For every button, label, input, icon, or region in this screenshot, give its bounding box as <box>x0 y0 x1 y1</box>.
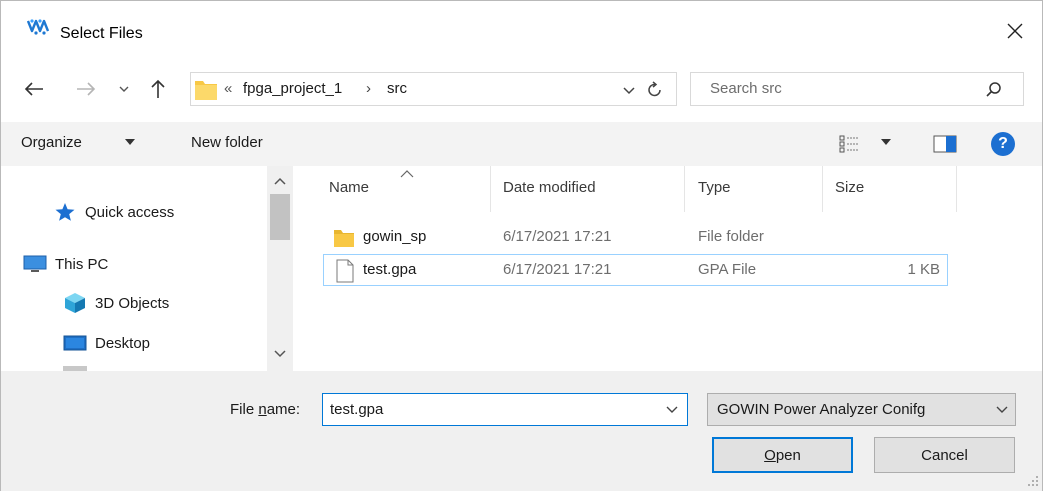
file-name-label-part: File <box>230 401 259 418</box>
file-date-modified: 6/17/2021 17:21 <box>503 261 612 278</box>
desktop-icon <box>63 333 87 353</box>
back-button[interactable] <box>21 75 47 103</box>
up-button[interactable] <box>145 75 171 103</box>
column-divider[interactable] <box>956 166 957 212</box>
nav-pane-scrollbar[interactable] <box>267 166 293 371</box>
star-icon <box>53 202 77 222</box>
file-type-filter-value: GOWIN Power Analyzer Conifg <box>717 401 926 418</box>
nav-item-label: Desktop <box>95 334 151 352</box>
address-bar[interactable]: « fpga_project_1 › src <box>190 72 677 106</box>
scrollbar-thumb[interactable] <box>270 194 290 240</box>
bottom-panel: File name: test.gpa GOWIN Power Analyzer… <box>1 371 1042 491</box>
column-header-date-modified[interactable]: Date modified <box>503 179 596 196</box>
cube-icon <box>63 293 87 313</box>
breadcrumb-overflow[interactable]: « <box>224 80 232 97</box>
nav-item-desktop[interactable]: Desktop <box>63 333 150 353</box>
resize-grip-icon[interactable] <box>1027 475 1039 487</box>
file-name-combobox[interactable]: test.gpa <box>322 393 688 426</box>
file-date-modified: 6/17/2021 17:21 <box>503 228 612 245</box>
dialog-title: Select Files <box>60 25 143 42</box>
file-list: Name Date modified Type Size gowin_sp 6/… <box>301 166 1042 371</box>
column-divider[interactable] <box>684 166 685 212</box>
breadcrumb-src[interactable]: src <box>387 80 407 97</box>
file-type: GPA File <box>698 261 757 278</box>
cancel-button[interactable]: Cancel <box>874 437 1015 473</box>
select-files-dialog: Select Files « fpga_project_1 › src Sear… <box>0 0 1043 491</box>
new-folder-button[interactable]: New folder <box>191 134 263 151</box>
column-header-type[interactable]: Type <box>698 179 731 196</box>
chevron-down-icon[interactable] <box>995 404 1009 414</box>
file-type: File folder <box>698 228 764 245</box>
nav-item-label: Quick access <box>85 203 175 221</box>
chevron-down-icon[interactable] <box>665 404 679 414</box>
help-button[interactable]: ? <box>991 132 1015 156</box>
column-header-size[interactable]: Size <box>835 179 864 196</box>
nav-item-label: This PC <box>55 255 109 273</box>
caret-down-icon[interactable] <box>125 139 135 145</box>
file-row-gowin-sp[interactable]: gowin_sp 6/17/2021 17:21 File folder <box>323 222 948 254</box>
folder-icon <box>334 230 354 247</box>
file-name: test.gpa <box>363 261 417 278</box>
breadcrumb-fpga-project[interactable]: fpga_project_1 <box>243 80 342 97</box>
column-divider[interactable] <box>490 166 491 212</box>
column-header-name-label[interactable]: Name <box>329 179 369 196</box>
file-name-label-part: ame: <box>266 401 301 418</box>
file-name-label: File name: <box>230 401 300 418</box>
chevron-down-icon <box>119 86 129 92</box>
organize-menu-button[interactable]: Organize <box>21 134 82 151</box>
refresh-icon <box>648 81 661 97</box>
navigation-pane: Quick access This PC 3D Objects Desktop <box>1 166 294 371</box>
forward-button[interactable] <box>73 75 99 103</box>
command-toolbar: Organize New folder ? <box>1 122 1042 166</box>
arrow-left-icon <box>24 82 43 96</box>
view-details-icon[interactable] <box>839 134 861 154</box>
open-button[interactable]: Open <box>712 437 853 473</box>
nav-item-this-pc[interactable]: This PC <box>23 254 108 274</box>
scroll-down-icon[interactable] <box>273 349 287 359</box>
folder-icon <box>195 81 217 100</box>
close-button[interactable] <box>991 11 1039 51</box>
nav-item-quick-access[interactable]: Quick access <box>53 202 174 222</box>
refresh-button[interactable] <box>644 80 666 100</box>
sort-ascending-icon <box>400 170 414 178</box>
file-type-filter-select[interactable]: GOWIN Power Analyzer Conifg <box>707 393 1016 426</box>
nav-item-label: 3D Objects <box>95 294 170 312</box>
breadcrumb-separator[interactable]: › <box>366 80 371 97</box>
arrow-right-icon <box>77 82 96 96</box>
file-size: 1 KB <box>907 261 940 278</box>
view-options-caret-icon[interactable] <box>881 139 891 145</box>
scroll-up-icon[interactable] <box>273 176 287 186</box>
file-row-test-gpa[interactable]: test.gpa 6/17/2021 17:21 GPA File 1 KB <box>323 254 948 286</box>
file-name-label-accesskey: n <box>258 401 267 418</box>
search-box[interactable]: Search src <box>690 72 1024 106</box>
nav-item-3d-objects[interactable]: 3D Objects <box>63 293 169 313</box>
address-dropdown-icon[interactable] <box>621 82 637 98</box>
search-icon[interactable] <box>985 81 1003 99</box>
recent-locations-button[interactable] <box>115 75 133 103</box>
preview-pane-icon[interactable] <box>933 135 957 153</box>
search-placeholder: Search src <box>710 80 782 97</box>
close-icon <box>1007 23 1023 39</box>
file-name-input[interactable]: test.gpa <box>330 401 383 418</box>
gowin-logo-icon <box>27 19 49 35</box>
file-name: gowin_sp <box>363 228 427 245</box>
open-button-accesskey: O <box>764 446 776 464</box>
open-button-label: pen <box>775 446 801 464</box>
title-bar: Select Files <box>1 1 1042 51</box>
navigation-row: « fpga_project_1 › src Search src <box>1 67 1042 113</box>
file-icon <box>336 259 354 283</box>
arrow-up-icon <box>151 79 165 98</box>
column-divider[interactable] <box>822 166 823 212</box>
computer-icon <box>23 254 47 274</box>
